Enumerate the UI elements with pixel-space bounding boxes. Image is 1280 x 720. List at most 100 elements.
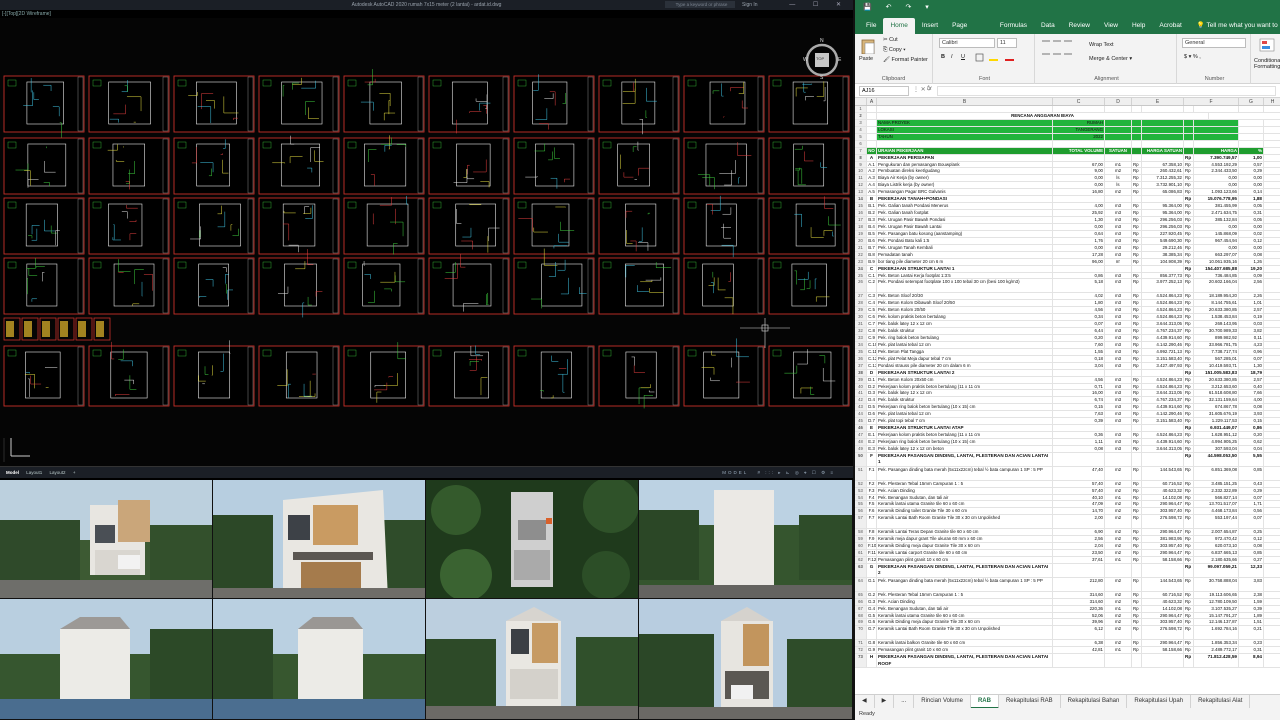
cell-g[interactable]: 1,26: [1239, 258, 1264, 265]
cell-a[interactable]: [867, 133, 877, 140]
cell-a[interactable]: E.2: [867, 439, 877, 445]
cell-d[interactable]: [1105, 133, 1132, 140]
cell-e[interactable]: 38.385,34: [1142, 251, 1184, 258]
spreadsheet-grid[interactable]: A B C D E F G H 1 2 RENCANA ANGGARAN BIAYA…: [855, 98, 1280, 694]
cell-f[interactable]: 3.212.653,60: [1194, 383, 1239, 390]
row-number[interactable]: 10: [855, 168, 867, 175]
sheet-tab[interactable]: Rincian Volume: [914, 694, 971, 709]
cell-f[interactable]: [1194, 140, 1239, 147]
cell-f[interactable]: 6.837.665,13: [1194, 550, 1239, 556]
cell-e1[interactable]: Rp: [1132, 348, 1142, 355]
cell-f[interactable]: 2.332.322,89: [1194, 487, 1239, 494]
cell-f[interactable]: 2.180.635,66: [1194, 557, 1239, 563]
row-number[interactable]: 67: [855, 605, 867, 612]
cell-d[interactable]: [1105, 425, 1132, 432]
cell-e[interactable]: [1142, 154, 1184, 161]
cell-e1[interactable]: Rp: [1132, 494, 1142, 501]
cell-c[interactable]: [1053, 196, 1105, 203]
cell-c[interactable]: 314,60: [1053, 598, 1105, 605]
table-row[interactable]: 42 D.4 Pek. balok struktur 6,74 m3 Rp 4.767.23…: [855, 397, 1280, 405]
cell-c[interactable]: 5,18: [1053, 279, 1105, 293]
cell-e1[interactable]: Rp: [1132, 515, 1142, 529]
table-row[interactable]: 56 F.6 Keramik Dinding toilet Granite Tile…: [855, 508, 1280, 516]
cell-f[interactable]: 154.407.685,88: [1194, 265, 1239, 272]
cell-f1[interactable]: [1184, 106, 1194, 112]
cell-f[interactable]: 0,00: [1194, 244, 1239, 251]
cell-e[interactable]: 4.142.290,46: [1142, 411, 1184, 418]
table-row[interactable]: 12 A.4 Biaya Listrik kerja (by owner) 0,00 l…: [855, 182, 1280, 190]
cell-b[interactable]: [877, 140, 1053, 147]
cell-g[interactable]: 0,20: [1239, 432, 1264, 439]
row-number[interactable]: 59: [855, 536, 867, 543]
compass-east[interactable]: E: [838, 57, 841, 63]
autocad-search-input[interactable]: Type a keyword or phrase: [665, 1, 735, 8]
cell-b[interactable]: Biaya Listrik kerja (by owner): [877, 182, 1053, 189]
row-number[interactable]: 50: [855, 452, 867, 466]
table-row[interactable]: 10 A.2 Pembuatan direksi keet/gudang 9,00 m2…: [855, 168, 1280, 176]
table-row[interactable]: 6: [855, 140, 1280, 148]
cell-e[interactable]: 95.364,00: [1142, 210, 1184, 216]
cell-f1[interactable]: Rp: [1184, 168, 1194, 175]
cell-g[interactable]: 0,00: [1239, 223, 1264, 230]
cell-e[interactable]: 303.957,40: [1142, 619, 1184, 626]
cell-f[interactable]: 61.518.608,80: [1194, 390, 1239, 397]
cell-b[interactable]: PEKERJAAN STRUKTUR LANTAI 2: [877, 369, 1053, 376]
cell-g[interactable]: 1,88: [1239, 196, 1264, 203]
cell-b[interactable]: Pek. Benangan Sudutan, dan tali air: [877, 605, 1053, 612]
cell-f[interactable]: 145.868,09: [1194, 230, 1239, 237]
cell-f1[interactable]: Rp: [1184, 563, 1194, 577]
cell-d[interactable]: ls: [1105, 182, 1132, 189]
table-row[interactable]: 26 C.2 Pek. Pondasi setempat footplate 100…: [855, 279, 1280, 294]
cell-e[interactable]: 3.644.313,05: [1142, 321, 1184, 328]
row-number[interactable]: 69: [855, 619, 867, 626]
cell-a[interactable]: G.4: [867, 605, 877, 612]
cell-e1[interactable]: Rp: [1132, 355, 1142, 362]
table-row[interactable]: 18 B.4 Pek. Urugan Pasir Bawah Lantai 0,00 m…: [855, 223, 1280, 231]
row-number[interactable]: 68: [855, 612, 867, 619]
cell-c[interactable]: 6,38: [1053, 640, 1105, 647]
table-row[interactable]: 40 D.2 Pekerjaan kolom praktis beton bertu…: [855, 383, 1280, 391]
cell-c[interactable]: [1053, 452, 1105, 466]
table-row[interactable]: 33 C.9 Pek. ring balok beton bertulang 0,20…: [855, 334, 1280, 342]
cell-e1[interactable]: Rp: [1132, 307, 1142, 314]
cell-e[interactable]: 4.439.914,60: [1142, 404, 1184, 411]
table-row[interactable]: 25 C.1 Pek. Beton Lantai Kerja footplat 1:…: [855, 272, 1280, 280]
cell-f1[interactable]: Rp: [1184, 480, 1194, 487]
cell-c[interactable]: 23,50: [1053, 550, 1105, 556]
cell-e[interactable]: 296.256,03: [1142, 217, 1184, 223]
cell-g[interactable]: 0,11: [1239, 334, 1264, 341]
cell-e1[interactable]: Rp: [1132, 591, 1142, 598]
cell-a[interactable]: A: [867, 154, 877, 161]
cell-f[interactable]: 736.484,85: [1194, 272, 1239, 279]
tab-home[interactable]: Home: [883, 18, 915, 34]
cell-a[interactable]: F.12: [867, 557, 877, 563]
cell-f1[interactable]: Rp: [1184, 161, 1194, 168]
cell-c[interactable]: 0,64: [1053, 230, 1105, 237]
cell-f[interactable]: 8.144.755,61: [1194, 300, 1239, 307]
cell-c[interactable]: 6,90: [1053, 529, 1105, 536]
cell-a[interactable]: F.2: [867, 480, 877, 487]
cell-f[interactable]: 13.701.517,07: [1194, 501, 1239, 508]
cell-a[interactable]: G.1: [867, 577, 877, 591]
row-number[interactable]: 26: [855, 279, 867, 293]
cell-e[interactable]: 4.524.864,23: [1142, 300, 1184, 307]
cell-b[interactable]: Keramik Lantai carport Granite tile 60 x…: [877, 550, 1053, 556]
cell-e1[interactable]: [1132, 654, 1142, 668]
cell-f[interactable]: 2.471.634,75: [1194, 210, 1239, 216]
cell-f[interactable]: 899.982,92: [1194, 334, 1239, 341]
cell-c[interactable]: 67,00: [1053, 161, 1105, 168]
cell-a[interactable]: B: [867, 196, 877, 203]
cell-a[interactable]: F.10: [867, 543, 877, 550]
cell-e[interactable]: HARGA SATUAN: [1142, 147, 1184, 154]
table-row[interactable]: 64 G.1 Pek. Pasangan dinding bata merah (5…: [855, 577, 1280, 592]
cell-f[interactable]: 20.633.380,85: [1194, 307, 1239, 314]
cell-a[interactable]: F.9: [867, 536, 877, 543]
cell-d[interactable]: m2: [1105, 577, 1132, 591]
table-row[interactable]: 55 F.5 Keramik lantai utama Granite tile 6…: [855, 501, 1280, 509]
cell-g[interactable]: 0,21: [1239, 626, 1264, 640]
cell-f1[interactable]: Rp: [1184, 279, 1194, 293]
cell-e1[interactable]: Rp: [1132, 640, 1142, 647]
row-number[interactable]: 49: [855, 445, 867, 452]
cell-e1[interactable]: Rp: [1132, 314, 1142, 321]
cell-a[interactable]: G.9: [867, 647, 877, 654]
